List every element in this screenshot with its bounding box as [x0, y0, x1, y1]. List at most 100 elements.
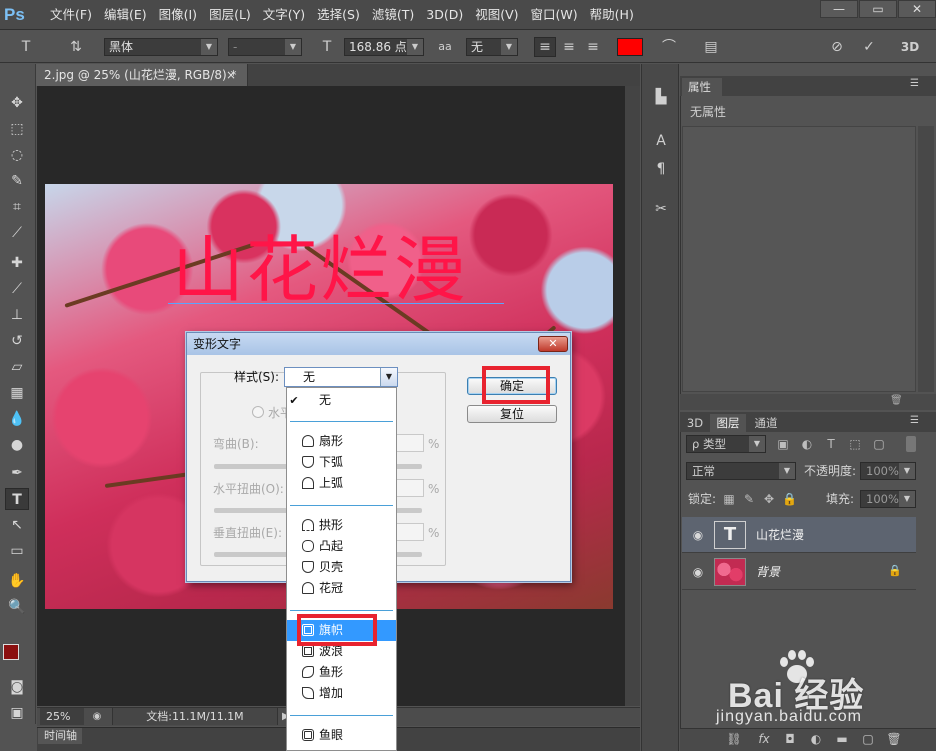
align-center-icon[interactable]: ≡	[558, 38, 580, 56]
font-style-select[interactable]: - ▼	[228, 38, 302, 56]
maximize-button[interactable]: ▭	[859, 0, 897, 18]
adjustment-layer-icon[interactable]: ◐	[808, 731, 824, 747]
font-size-select[interactable]: 168.86 点 ▼	[344, 38, 424, 56]
dodge-tool-icon[interactable]: ●	[5, 434, 29, 456]
canvas-scrollbar[interactable]	[625, 86, 640, 706]
filter-shape-icon[interactable]: ⬚	[848, 435, 862, 453]
commit-check-icon[interactable]: ✓	[858, 38, 880, 56]
layer-row-background[interactable]: ◉ 背景 🔒	[682, 554, 916, 590]
blend-mode-select[interactable]: 正常 ▼	[686, 462, 796, 480]
lasso-tool-icon[interactable]: ◌	[5, 144, 29, 166]
fill-field[interactable]: 100% ▼	[860, 490, 916, 508]
close-tab-icon[interactable]: ×	[226, 64, 242, 86]
paragraph-styles-icon[interactable]: ▙	[650, 86, 672, 108]
style-option-arch[interactable]: 拱形	[287, 515, 396, 536]
menu-view[interactable]: 视图(V)	[469, 0, 524, 30]
eraser-tool-icon[interactable]: ▱	[5, 356, 29, 378]
font-family-select[interactable]: 黑体 ▼	[104, 38, 218, 56]
type-tool-icon[interactable]: T	[5, 488, 29, 510]
menu-image[interactable]: 图像(I)	[153, 0, 203, 30]
crop-tool-icon[interactable]: ⌗	[5, 196, 29, 218]
panel-menu-icon[interactable]: ☰	[910, 415, 919, 426]
marquee-tool-icon[interactable]: ⬚	[5, 118, 29, 140]
filter-type-icon[interactable]: T	[824, 435, 838, 453]
eyedropper-tool-icon[interactable]: ⟋	[5, 222, 29, 244]
text-color-swatch[interactable]	[617, 38, 643, 56]
tools-presets-icon[interactable]: ✂	[650, 198, 672, 220]
healing-brush-icon[interactable]: ✚	[5, 252, 29, 274]
h-distort-field[interactable]	[396, 479, 424, 497]
screen-mode-icon[interactable]: ▣	[5, 702, 29, 724]
align-left-icon[interactable]: ≡	[534, 37, 556, 57]
character-icon[interactable]: A	[650, 130, 672, 152]
antialias-select[interactable]: 无 ▼	[466, 38, 518, 56]
bend-field[interactable]	[396, 434, 424, 452]
properties-scrollbar[interactable]	[918, 126, 934, 392]
tab-channels[interactable]: 通道	[748, 414, 784, 432]
menu-layer[interactable]: 图层(L)	[203, 0, 257, 30]
v-distort-field[interactable]	[396, 523, 424, 541]
style-option-rise[interactable]: 增加	[287, 683, 396, 704]
menu-edit[interactable]: 编辑(E)	[98, 0, 153, 30]
opacity-field[interactable]: 100% ▼	[860, 462, 916, 480]
status-menu-icon[interactable]: ◉	[90, 710, 104, 724]
history-brush-icon[interactable]: ↺	[5, 330, 29, 352]
link-layers-icon[interactable]: ⛓	[726, 731, 742, 747]
reset-button[interactable]: 复位	[467, 405, 557, 423]
filter-adjust-icon[interactable]: ◐	[800, 435, 814, 453]
chevron-down-icon[interactable]: ▼	[380, 368, 397, 386]
style-option-shell[interactable]: 贝壳	[287, 557, 396, 578]
layer-name[interactable]: 山花烂漫	[756, 526, 804, 544]
delete-layer-icon[interactable]: 🗑	[886, 731, 902, 747]
tab-3d[interactable]: 3D	[682, 414, 708, 432]
new-layer-icon[interactable]: ▢	[860, 731, 876, 747]
filter-toggle[interactable]	[906, 436, 916, 452]
hand-tool-icon[interactable]: ✋	[5, 570, 29, 592]
canvas-text-layer[interactable]: 山花烂漫	[172, 226, 512, 314]
minimize-button[interactable]: —	[820, 0, 858, 18]
quick-mask-icon[interactable]: ◙	[5, 676, 29, 698]
layer-row-text[interactable]: ◉ T 山花烂漫	[682, 517, 916, 553]
tab-properties[interactable]: 属性	[682, 78, 722, 96]
cancel-icon[interactable]: ⊘	[826, 38, 848, 56]
filter-smart-icon[interactable]: ▢	[872, 435, 886, 453]
menu-window[interactable]: 窗口(W)	[525, 0, 584, 30]
stamp-tool-icon[interactable]: ⊥	[5, 304, 29, 326]
quick-select-tool-icon[interactable]: ✎	[5, 170, 29, 192]
foreground-color-swatch[interactable]	[3, 644, 19, 660]
horizontal-radio[interactable]	[252, 406, 264, 418]
layer-filter-select[interactable]: ρ 类型 ▼	[686, 435, 766, 453]
style-option-none[interactable]: ✔ 无	[287, 390, 396, 411]
layer-style-icon[interactable]: fx	[756, 731, 772, 747]
style-option-bulge[interactable]: 凸起	[287, 536, 396, 557]
menu-type[interactable]: 文字(Y)	[257, 0, 311, 30]
align-right-icon[interactable]: ≡	[582, 38, 604, 56]
eye-icon[interactable]: ◉	[690, 564, 706, 580]
filter-pixel-icon[interactable]: ▣	[776, 435, 790, 453]
timeline-tab[interactable]: 时间轴	[38, 728, 82, 744]
lock-pixels-icon[interactable]: ✎	[742, 490, 756, 508]
add-mask-icon[interactable]: ◘	[782, 731, 798, 747]
style-option-arc-lower[interactable]: 下弧	[287, 452, 396, 473]
document-tab[interactable]: 2.jpg @ 25% (山花烂漫, RGB/8) *	[36, 64, 248, 86]
dialog-close-button[interactable]: ✕	[538, 336, 568, 352]
menu-3d[interactable]: 3D(D)	[420, 0, 469, 30]
trash-icon[interactable]: 🗑	[890, 395, 903, 406]
lock-transparent-icon[interactable]: ▦	[722, 490, 736, 508]
move-tool-icon[interactable]: ✥	[5, 92, 29, 114]
style-option-arc[interactable]: 扇形	[287, 431, 396, 452]
warp-text-icon[interactable]: ⌒	[658, 38, 680, 56]
blur-tool-icon[interactable]: 💧	[5, 408, 29, 430]
gradient-tool-icon[interactable]: ▦	[5, 382, 29, 404]
tab-layers[interactable]: 图层	[710, 414, 746, 432]
menu-filter[interactable]: 滤镜(T)	[366, 0, 420, 30]
pen-tool-icon[interactable]: ✒	[5, 462, 29, 484]
zoom-tool-icon[interactable]: 🔍	[5, 596, 29, 618]
paragraph-icon[interactable]: ¶	[650, 158, 672, 180]
brush-tool-icon[interactable]: ⟋	[5, 278, 29, 300]
menu-file[interactable]: 文件(F)	[44, 0, 98, 30]
path-select-icon[interactable]: ↖	[5, 514, 29, 536]
layer-name[interactable]: 背景	[756, 563, 780, 581]
character-panel-icon[interactable]: ▤	[700, 38, 722, 56]
menu-help[interactable]: 帮助(H)	[584, 0, 640, 30]
